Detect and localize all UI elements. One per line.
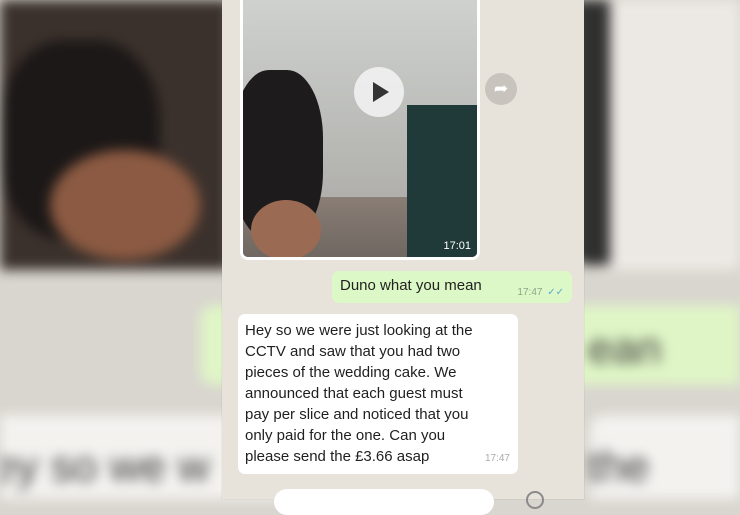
message-line: announced that each guest must (245, 385, 463, 402)
message-line: pay per slice and noticed that you (245, 406, 469, 423)
incoming-message-time: 17:47 (484, 453, 510, 464)
double-check-icon: ✓✓ (547, 287, 564, 298)
outgoing-message-time: 17:47 (517, 287, 543, 298)
message-line: CCTV and saw that you had two (245, 343, 461, 360)
bg-dark-strip-2 (582, 0, 610, 265)
message-line: Hey so we were just looking at the (245, 322, 473, 339)
camera-icon[interactable] (526, 491, 544, 509)
outgoing-message-text: Duno what you mean (340, 277, 482, 294)
bg-blurred-text-green: ean (588, 324, 662, 373)
message-line: please send the £3.66 asap (245, 448, 430, 465)
bg-dark-region (0, 0, 230, 270)
bg-blurred-text-left: ey so we w (0, 442, 210, 491)
video-timestamp: 17:01 (443, 240, 471, 252)
bg-light-region (600, 0, 740, 270)
outgoing-message-meta: 17:47 ✓✓ (517, 287, 564, 298)
bg-blurred-text-right: the (588, 442, 650, 491)
video-message[interactable]: 17:01 (240, 0, 480, 260)
message-line: only paid for the one. Can you (245, 427, 446, 444)
chat-panel: 17:01 ➦ Duno what you mean 17:47 ✓✓ Hey … (222, 0, 584, 515)
outgoing-message-bubble[interactable]: Duno what you mean 17:47 ✓✓ (332, 271, 572, 303)
message-input[interactable] (274, 489, 494, 515)
play-icon[interactable] (354, 67, 404, 117)
message-line: pieces of the wedding cake. We (245, 364, 457, 381)
message-input-bar (236, 485, 566, 515)
incoming-message-bubble[interactable]: Hey so we were just looking at the CCTV … (238, 314, 518, 474)
forward-icon[interactable]: ➦ (485, 73, 517, 105)
